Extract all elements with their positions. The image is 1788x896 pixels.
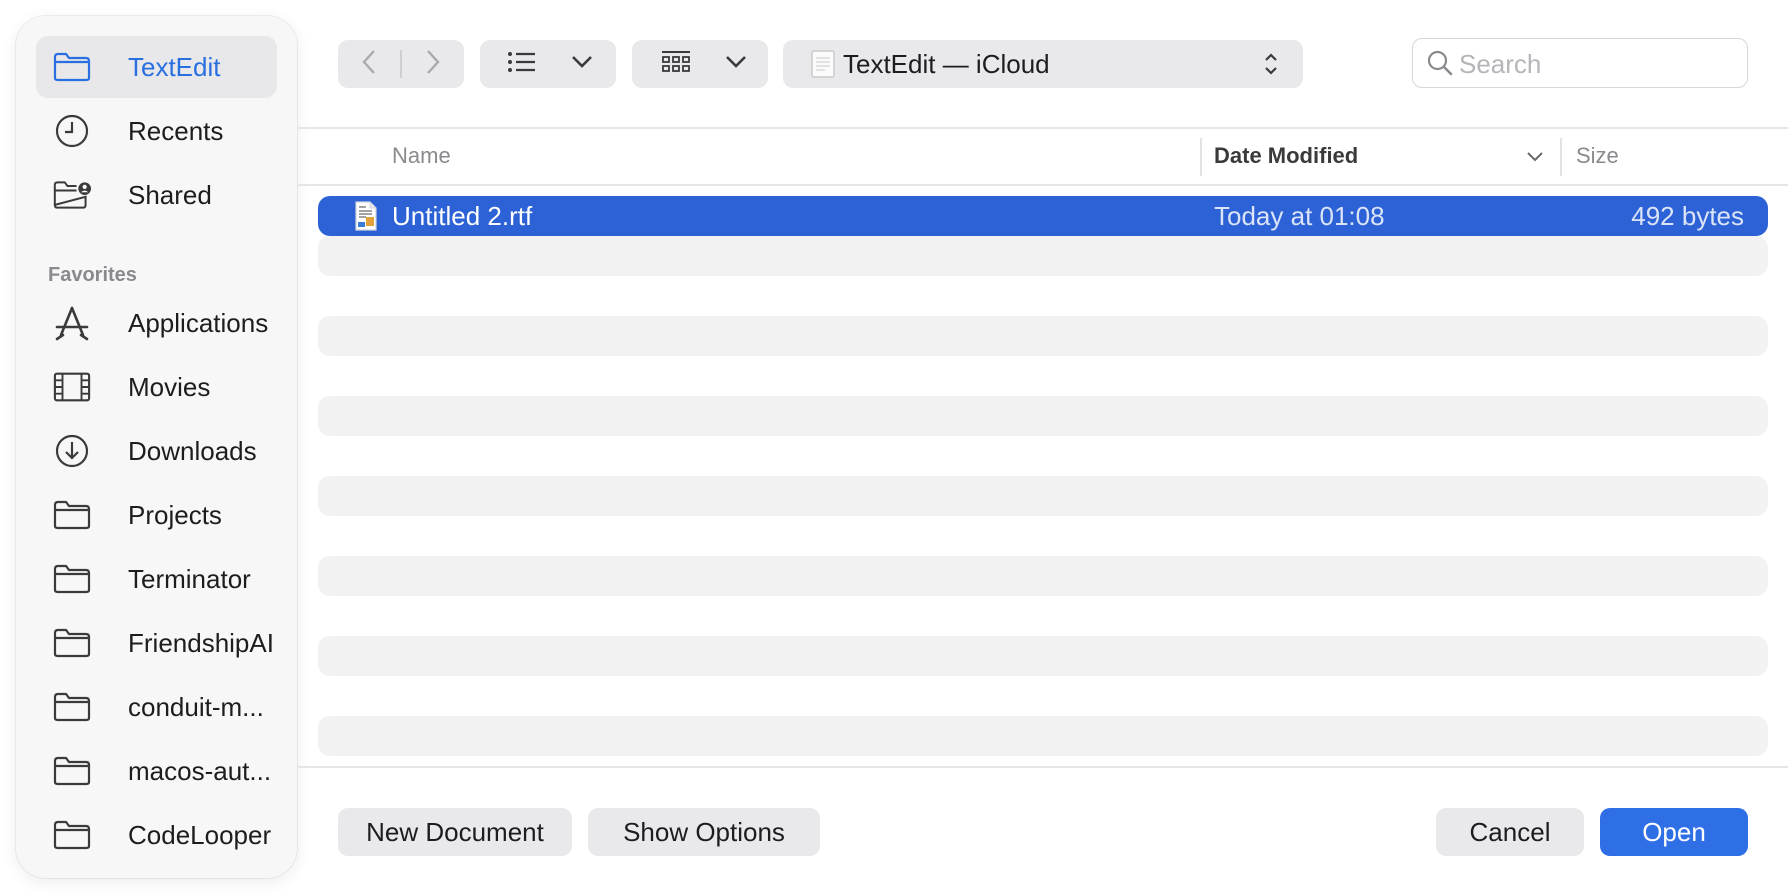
folder-icon [53, 498, 91, 532]
file-date-modified: Today at 01:08 [1214, 201, 1385, 231]
sidebar-item-applications[interactable]: Applications [36, 292, 277, 354]
sidebar-item-terminator[interactable]: Terminator [36, 548, 277, 610]
sidebar-item-label: Recents [128, 116, 224, 146]
applications-icon [53, 306, 91, 341]
sidebar-item-label: conduit-m... [128, 692, 264, 722]
new-document-button[interactable]: New Document [338, 808, 572, 856]
chevron-down-icon [571, 55, 593, 74]
sidebar-item-label: FriendshipAI [128, 628, 274, 658]
sidebar-item-label: Applications [128, 308, 269, 338]
search-field[interactable] [1412, 38, 1748, 88]
footer-separator [298, 766, 1788, 768]
group-options-dropdown[interactable] [714, 40, 758, 88]
clock-icon [53, 114, 91, 148]
sidebar-item-label: Movies [128, 372, 211, 402]
column-header-size[interactable]: Size [1576, 130, 1619, 182]
forward-button[interactable] [402, 40, 464, 88]
sidebar-item-macos-aut[interactable]: macos-aut... [36, 740, 277, 802]
list-icon [507, 51, 537, 78]
toolbar-separator [298, 127, 1788, 129]
chevron-right-icon [425, 49, 441, 80]
show-options-button[interactable]: Show Options [588, 808, 820, 856]
back-button[interactable] [338, 40, 400, 88]
sidebar-item-recents[interactable]: Recents [36, 100, 277, 162]
view-options-dropdown[interactable] [560, 40, 604, 88]
sidebar-item-label: Projects [128, 500, 222, 530]
folder-icon [53, 818, 91, 852]
sidebar-item-conduit[interactable]: conduit-m... [36, 676, 277, 738]
sidebar: TextEdit Recents Shared Favorites Applic… [16, 16, 297, 878]
sidebar-item-projects[interactable]: Projects [36, 484, 277, 546]
chevron-down-icon [725, 55, 747, 74]
document-icon [811, 50, 835, 83]
view-mode-group[interactable] [480, 40, 616, 88]
download-icon [53, 434, 91, 468]
navigation-group [338, 40, 464, 88]
folder-icon [53, 754, 91, 788]
column-header-date-modified[interactable]: Date Modified [1214, 130, 1358, 182]
folder-icon [53, 626, 91, 660]
search-input[interactable] [1457, 45, 1741, 83]
cancel-button[interactable]: Cancel [1436, 808, 1584, 856]
chevron-updown-icon [1263, 51, 1279, 82]
film-icon [53, 370, 91, 404]
sidebar-item-label: Shared [128, 180, 212, 210]
folder-icon [53, 562, 91, 596]
open-file-dialog: TextEdit Recents Shared Favorites Applic… [0, 0, 1788, 896]
location-popup[interactable]: TextEdit — iCloud [783, 40, 1303, 88]
file-size: 492 bytes [1631, 201, 1744, 231]
sidebar-item-friendshipai[interactable]: FriendshipAI [36, 612, 277, 674]
grid-icon [661, 50, 691, 79]
header-separator [298, 184, 1788, 186]
empty-row [318, 396, 1768, 436]
empty-row [318, 636, 1768, 676]
rtf-file-icon [354, 201, 378, 231]
list-view-button[interactable] [500, 40, 544, 88]
empty-row [318, 476, 1768, 516]
sidebar-item-shared[interactable]: Shared [36, 164, 277, 226]
group-button[interactable] [652, 40, 700, 88]
favorites-heading: Favorites [48, 264, 137, 286]
column-headers: Name Date Modified Size [298, 130, 1788, 182]
table-row[interactable]: Untitled 2.rtf Today at 01:08 492 bytes [318, 196, 1768, 236]
sidebar-item-textedit[interactable]: TextEdit [36, 36, 277, 98]
sidebar-item-label: Downloads [128, 436, 257, 466]
sidebar-item-label: Terminator [128, 564, 251, 594]
column-separator[interactable] [1560, 138, 1562, 176]
sidebar-item-downloads[interactable]: Downloads [36, 420, 277, 482]
sidebar-item-label: TextEdit [128, 52, 221, 82]
sort-chevron-down-icon [1526, 150, 1544, 168]
chevron-left-icon [361, 49, 377, 80]
group-mode-group[interactable] [632, 40, 768, 88]
empty-row [318, 316, 1768, 356]
file-name: Untitled 2.rtf [392, 201, 533, 231]
empty-row [318, 556, 1768, 596]
folder-icon [53, 50, 91, 84]
search-icon [1427, 50, 1453, 81]
column-separator[interactable] [1200, 138, 1202, 176]
column-header-name[interactable]: Name [392, 130, 451, 182]
open-button[interactable]: Open [1600, 808, 1748, 856]
sidebar-item-codelooper[interactable]: CodeLooper [36, 804, 277, 866]
folder-icon [53, 690, 91, 724]
empty-row [318, 236, 1768, 276]
shared-folder-icon [53, 178, 91, 212]
empty-row [318, 716, 1768, 756]
sidebar-item-movies[interactable]: Movies [36, 356, 277, 418]
location-label: TextEdit — iCloud [843, 49, 1050, 79]
sidebar-item-label: macos-aut... [128, 756, 272, 786]
sidebar-item-label: CodeLooper [128, 820, 272, 850]
